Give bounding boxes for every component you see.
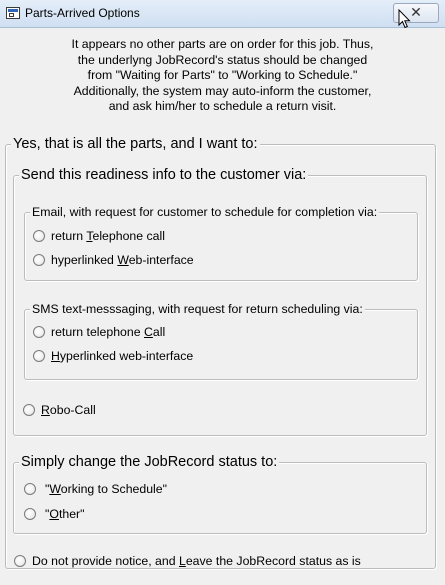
- send-info-legend: Send this readiness info to the customer…: [19, 166, 309, 184]
- intro-line: the underlyng JobRecord's status should …: [77, 52, 368, 67]
- change-status-group: Simply change the JobRecord status to:: [13, 453, 427, 534]
- email-legend: Email, with request for customer to sche…: [30, 204, 380, 220]
- radio-label: Do not provide notice, and Leave the Job…: [32, 554, 361, 568]
- radio-email-telephone[interactable]: return Telephone call: [33, 229, 165, 243]
- radio-sms-web-interface[interactable]: Hyperlinked web-interface: [33, 349, 193, 363]
- radio-email-web-interface[interactable]: hyperlinked Web-interface: [33, 253, 194, 267]
- application-window-icon[interactable]: [6, 7, 20, 19]
- radio-button[interactable]: [23, 404, 35, 416]
- change-status-legend: Simply change the JobRecord status to:: [19, 453, 280, 471]
- radio-button[interactable]: [14, 555, 26, 567]
- radio-button[interactable]: [33, 326, 45, 338]
- radio-button[interactable]: [33, 350, 45, 362]
- intro-line: from "Waiting for Parts" to "Working to …: [87, 68, 358, 82]
- radio-button[interactable]: [33, 230, 45, 242]
- radio-label: Hyperlinked web-interface: [51, 349, 194, 363]
- radio-button[interactable]: [33, 254, 45, 266]
- sms-legend: SMS text-messsaging, with request for re…: [30, 301, 365, 317]
- radio-button[interactable]: [24, 508, 36, 520]
- radio-label: "Working to Schedule": [45, 482, 167, 496]
- intro-line: and ask him/her to schedule a return vis…: [108, 99, 337, 113]
- radio-label: "Other": [45, 507, 85, 521]
- radio-working-to-schedule[interactable]: "Working to Schedule": [24, 482, 167, 496]
- radio-other[interactable]: "Other": [24, 507, 85, 521]
- radio-label: return telephone Call: [51, 325, 166, 339]
- intro-line: It appears no other parts are on order f…: [71, 37, 374, 51]
- mouse-cursor-icon: [398, 9, 411, 29]
- yes-all-parts-legend: Yes, that is all the parts, and I want t…: [11, 135, 260, 153]
- radio-robo-call[interactable]: Robo-Call: [23, 403, 96, 417]
- radio-button[interactable]: [24, 483, 36, 495]
- radio-label: return Telephone call: [51, 229, 165, 243]
- title-bar[interactable]: Parts-Arrived Options ✕: [0, 0, 445, 29]
- window-title: Parts-Arrived Options: [25, 6, 140, 20]
- radio-label: Robo-Call: [41, 403, 96, 417]
- radio-no-notice[interactable]: Do not provide notice, and Leave the Job…: [14, 554, 361, 568]
- intro-line: Additionally, the system may auto-inform…: [73, 83, 372, 98]
- sms-group: SMS text-messsaging, with request for re…: [24, 301, 418, 380]
- intro-message: It appears no other parts are on order f…: [30, 37, 415, 115]
- radio-sms-telephone[interactable]: return telephone Call: [33, 325, 165, 339]
- email-group: Email, with request for customer to sche…: [24, 204, 418, 281]
- radio-label: hyperlinked Web-interface: [51, 253, 194, 267]
